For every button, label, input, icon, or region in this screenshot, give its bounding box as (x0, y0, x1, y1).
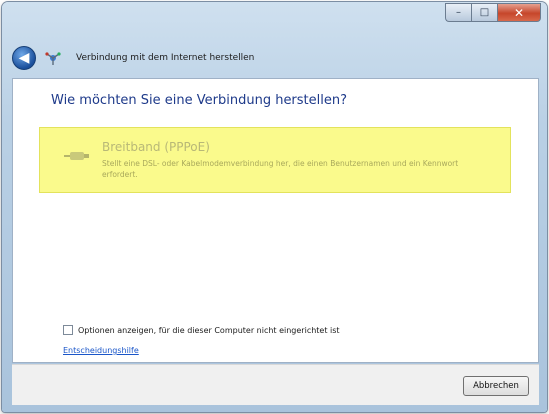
option-title: Breitband (PPPoE) (102, 140, 210, 154)
show-options-checkbox[interactable] (63, 325, 73, 335)
caption-buttons: – □ ✕ (445, 3, 541, 22)
show-options-label[interactable]: Optionen anzeigen, für die dieser Comput… (78, 326, 340, 335)
page-heading: Wie möchten Sie eine Verbindung herstell… (51, 93, 348, 108)
back-arrow-icon: ◀ (18, 50, 30, 66)
broadband-cable-icon (64, 148, 90, 162)
help-link[interactable]: Entscheidungshilfe (63, 346, 139, 355)
window-title: Verbindung mit dem Internet herstellen (76, 53, 255, 63)
option-description: Stellt eine DSL- oder Kabelmodemverbindu… (102, 159, 459, 179)
back-button[interactable]: ◀ (12, 46, 36, 70)
show-options-row: Optionen anzeigen, für die dieser Comput… (63, 325, 340, 335)
cancel-button[interactable]: Abbrechen (463, 376, 529, 396)
dialog-window: – □ ✕ ◀ Verbindung mit dem Internet hers… (2, 2, 547, 412)
close-button[interactable]: ✕ (497, 3, 541, 22)
title-bar: – □ ✕ (2, 2, 547, 36)
dialog-footer: Abbrechen (12, 364, 539, 405)
broadband-option[interactable]: Breitband (PPPoE) Stellt eine DSL- oder … (39, 127, 511, 193)
minimize-button[interactable]: – (445, 3, 471, 22)
maximize-button[interactable]: □ (471, 3, 497, 22)
content-panel: Wie möchten Sie eine Verbindung herstell… (12, 78, 539, 363)
navigation-bar: ◀ Verbindung mit dem Internet herstellen (12, 44, 254, 72)
network-connection-icon (44, 49, 62, 67)
